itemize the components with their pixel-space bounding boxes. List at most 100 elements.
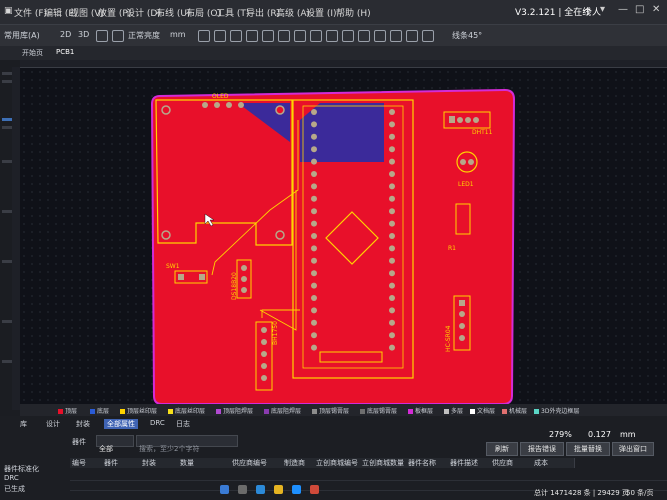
mcu-pin	[311, 344, 317, 351]
batch-replace-button[interactable]: 批量替换	[566, 442, 610, 456]
silk-bh1750: BH1750	[272, 321, 279, 345]
mcu-pin	[389, 133, 395, 140]
mcu-pin	[311, 195, 317, 202]
layer-bar: 顶层 底层 顶层丝印层 底层丝印层 顶层阻焊层 底层阻焊层 顶层锡膏层 底层锡膏…	[20, 404, 667, 416]
store-icon[interactable]	[292, 485, 301, 494]
mcu-pin	[389, 121, 395, 128]
mcu-pin	[311, 295, 317, 301]
column-header[interactable]: 器件名称	[406, 458, 449, 468]
side-label-drc[interactable]: DRC	[4, 474, 19, 482]
mcu-pin	[311, 270, 317, 277]
app-icon[interactable]	[310, 485, 319, 494]
panel-tab-drc[interactable]: DRC	[150, 419, 165, 427]
mcu-pin	[311, 257, 317, 264]
layer-document[interactable]: 文档层	[470, 406, 495, 415]
mcu-pin	[389, 233, 395, 239]
column-header[interactable]: 供应商编号	[230, 458, 283, 468]
layer-multi[interactable]: 多层	[444, 406, 463, 415]
column-header[interactable]: 立创商城编号	[314, 458, 361, 468]
start-icon[interactable]	[220, 485, 229, 494]
column-header[interactable]: 器件描述	[448, 458, 491, 468]
layer-bottom-paste[interactable]: 底层锡膏层	[360, 406, 397, 415]
mcu-pin	[311, 208, 317, 215]
column-header[interactable]: 编号	[70, 458, 103, 468]
popout-button[interactable]: 弹出窗口	[612, 442, 654, 456]
mcu-pin	[311, 158, 317, 165]
mcu-pin	[311, 233, 317, 239]
silk-ds18b20: DS18B20	[231, 272, 238, 300]
page-size-select[interactable]: 50 条/页	[626, 488, 654, 498]
mcu-pin	[389, 183, 395, 190]
filter-label: 器件	[72, 438, 86, 446]
silk-sw1: SW1	[166, 263, 180, 270]
mcu-pin	[389, 307, 395, 314]
silk-r1: R1	[448, 245, 456, 252]
mcu-pin	[389, 245, 395, 252]
mcu-pin	[311, 133, 317, 140]
column-header[interactable]: 成本	[532, 458, 575, 468]
side-label-standardize[interactable]: 器件标准化	[4, 464, 39, 474]
mcu-pin	[311, 171, 317, 177]
mcu-pin	[389, 158, 395, 165]
mcu-pin	[389, 344, 395, 351]
mcu-pin	[389, 171, 395, 177]
silk-oled: OLED	[212, 93, 229, 100]
mcu-pin	[311, 220, 317, 227]
mcu-pin	[389, 270, 395, 277]
mcu-pin	[389, 319, 395, 326]
mcu-pin	[389, 195, 395, 202]
mcu-pin	[311, 109, 317, 115]
panel-tab-log[interactable]: 日志	[176, 419, 190, 429]
mcu-pin	[389, 257, 395, 264]
refresh-button[interactable]: 刷新	[486, 442, 518, 456]
column-header[interactable]: 数量	[178, 458, 231, 468]
grid-size[interactable]: 0.127	[588, 430, 611, 439]
panel-tab-design[interactable]: 设计	[46, 419, 60, 429]
panel-tab-footprint[interactable]: 封装	[76, 419, 90, 429]
mcu-pin	[311, 146, 317, 153]
layer-top-mask[interactable]: 顶层阻焊层	[216, 406, 253, 415]
silk-led1: LED1	[458, 181, 474, 188]
mcu-pin	[311, 245, 317, 252]
edge-icon[interactable]	[256, 485, 265, 494]
mcu-pin	[389, 282, 395, 289]
layer-board-outline[interactable]: 板框层	[408, 406, 433, 415]
column-header[interactable]: 制造商	[282, 458, 315, 468]
layer-bottom-silk[interactable]: 底层丝印层	[168, 406, 205, 415]
search-icon[interactable]	[238, 485, 247, 494]
layer-top[interactable]: 顶层	[58, 406, 77, 415]
mcu-pin	[389, 146, 395, 153]
silk-dht11: DHT11	[472, 129, 493, 136]
filter-select[interactable]: 全部	[96, 435, 134, 453]
column-header[interactable]: 器件	[102, 458, 141, 468]
mcu-pin	[311, 183, 317, 190]
layer-top-silk[interactable]: 顶层丝印层	[120, 406, 157, 415]
layer-3d-shell[interactable]: 3D外壳边框层	[534, 406, 579, 415]
mcu-pin	[389, 109, 395, 115]
mcu-pin	[311, 319, 317, 326]
mcu-pin	[389, 295, 395, 301]
search-input[interactable]: 搜索，至少2个字符	[136, 435, 238, 453]
mcu-pin	[311, 332, 317, 339]
column-header[interactable]: 立创商城数量	[360, 458, 407, 468]
layer-bottom-mask[interactable]: 底层阻焊层	[264, 406, 301, 415]
side-label-generated[interactable]: 已生成	[4, 484, 25, 494]
layer-top-paste[interactable]: 顶层锡膏层	[312, 406, 349, 415]
mcu-pin	[389, 208, 395, 215]
layer-mechanical[interactable]: 机械层	[502, 406, 527, 415]
report-error-button[interactable]: 报告错误	[520, 442, 564, 456]
panel-tab-lib[interactable]: 库	[20, 419, 27, 429]
mcu-pin	[311, 282, 317, 289]
grid-unit[interactable]: mm	[620, 430, 636, 439]
silk-hcsr04: HC-SR04	[445, 325, 452, 352]
mcu-pin	[389, 332, 395, 339]
zoom-level[interactable]: 279%	[549, 430, 572, 439]
mcu-pin	[311, 307, 317, 314]
mcu-pin	[389, 220, 395, 227]
folder-icon[interactable]	[274, 485, 283, 494]
column-header[interactable]: 供应商	[490, 458, 533, 468]
layer-bottom[interactable]: 底层	[90, 406, 109, 415]
column-header[interactable]: 封装	[140, 458, 179, 468]
panel-tab-all-properties[interactable]: 全部属性	[104, 419, 138, 429]
mcu-pin	[311, 121, 317, 128]
